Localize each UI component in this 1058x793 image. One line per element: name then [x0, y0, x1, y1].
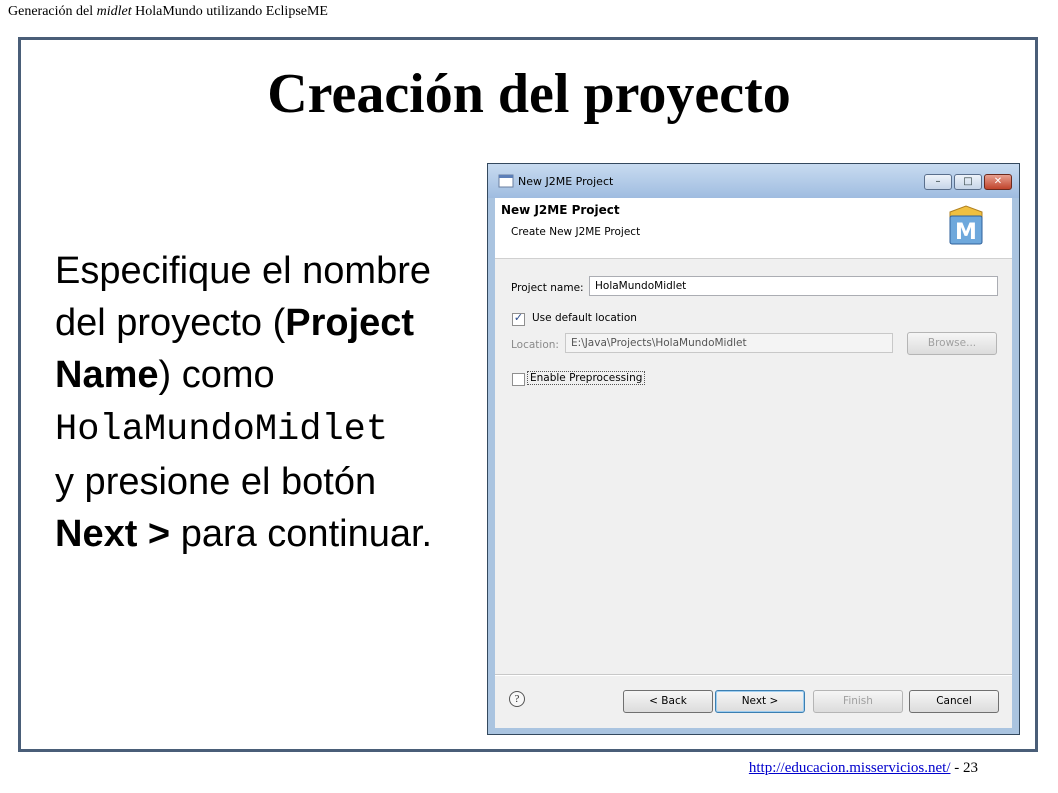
use-default-location-label: Use default location [532, 312, 637, 324]
header-suffix: HolaMundo utilizando EclipseME [135, 4, 328, 19]
logo-letter: M [955, 220, 977, 245]
minimize-icon: – [935, 176, 941, 187]
text-part-2: ) como [158, 354, 275, 396]
cancel-button[interactable]: Cancel [909, 690, 999, 713]
project-name-input[interactable]: HolaMundoMidlet [589, 276, 998, 296]
close-icon: ✕ [993, 176, 1003, 187]
text-bold-next: Next > [55, 513, 171, 555]
new-j2me-project-dialog: New J2ME Project – □ ✕ New J2ME Project … [487, 163, 1020, 735]
wizard-banner: New J2ME Project Create New J2ME Project… [495, 198, 1012, 259]
slide-title: Creación del proyecto [267, 63, 791, 125]
maximize-button[interactable]: □ [954, 174, 982, 190]
enable-preprocessing-checkbox[interactable] [512, 373, 525, 386]
location-label: Location: [511, 339, 559, 351]
dialog-window-title: New J2ME Project [518, 175, 614, 188]
header-prefix: Generación del [8, 4, 94, 19]
eclipse-window-icon [498, 174, 514, 188]
minimize-button[interactable]: – [924, 174, 952, 190]
wizard-title: New J2ME Project [501, 203, 620, 217]
checkmark-icon: ✓ [513, 311, 524, 324]
eclipseme-logo-icon: M [949, 205, 983, 245]
maximize-icon: □ [963, 176, 973, 187]
text-part-4: para continuar. [180, 513, 433, 555]
enable-preprocessing-label: Enable Preprocessing [527, 371, 646, 385]
dialog-titlebar[interactable]: New J2ME Project – □ ✕ [488, 164, 1019, 198]
location-input[interactable]: E:\Java\Projects\HolaMundoMidlet [565, 333, 893, 353]
page-number: - 23 [954, 760, 978, 776]
project-name-label: Project name: [511, 282, 584, 294]
slide-footer: http://educacion.misservicios.net/ - 23 [749, 760, 978, 777]
footer-separator [495, 674, 1012, 676]
next-button[interactable]: Next > [715, 690, 805, 713]
help-icon[interactable]: ? [509, 691, 525, 707]
wizard-subtitle: Create New J2ME Project [511, 226, 641, 238]
slide-body-text: Especifique el nombre del proyecto (Proj… [55, 245, 455, 560]
header-italic: midlet [96, 4, 132, 19]
text-mono-project: HolaMundoMidlet [55, 409, 389, 451]
footer-link[interactable]: http://educacion.misservicios.net/ [749, 760, 951, 776]
browse-button[interactable]: Browse... [907, 332, 997, 355]
dialog-content: New J2ME Project Create New J2ME Project… [495, 198, 1012, 728]
text-part-3: y presione el botón [55, 461, 377, 503]
back-button[interactable]: < Back [623, 690, 713, 713]
finish-button[interactable]: Finish [813, 690, 903, 713]
use-default-location-checkbox[interactable]: ✓ [512, 311, 525, 326]
slide-header: Generación del midlet HolaMundo utilizan… [8, 4, 328, 20]
close-button[interactable]: ✕ [984, 174, 1012, 190]
